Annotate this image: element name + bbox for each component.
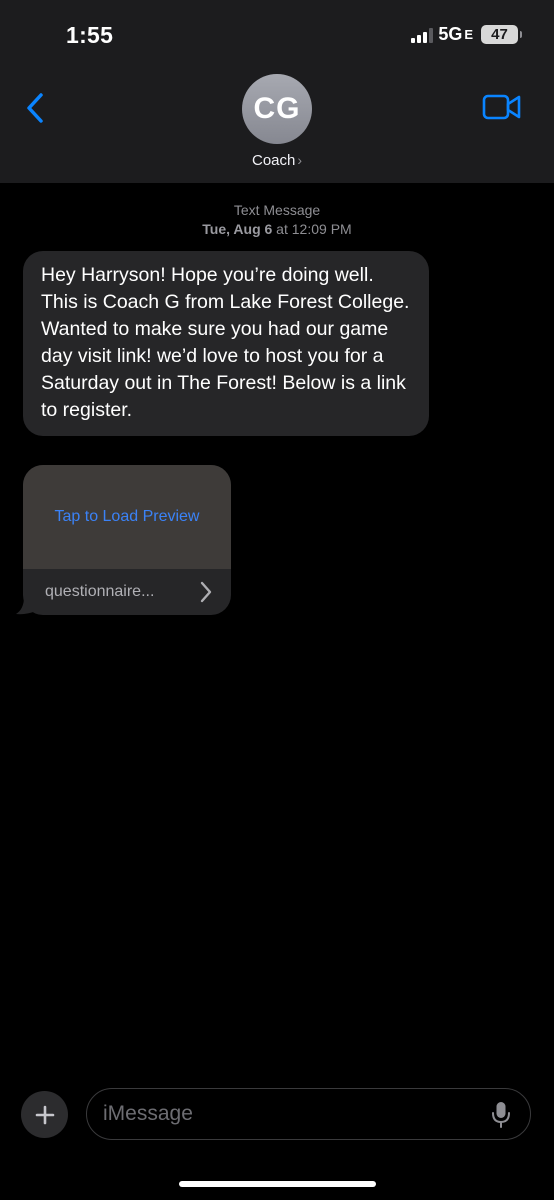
link-url: questionnaire... xyxy=(45,583,155,600)
facetime-video-button[interactable] xyxy=(482,92,522,122)
conversation-header: 1:55 5G E 47 CG Coach › xyxy=(0,0,554,183)
back-button[interactable] xyxy=(20,90,50,126)
timestamp-label: Text Message xyxy=(233,202,321,218)
chevron-right-icon xyxy=(200,581,212,603)
imessage-input[interactable] xyxy=(86,1088,531,1140)
contact-name: Coach xyxy=(251,152,296,169)
network-type: 5G xyxy=(438,24,463,44)
contact-avatar[interactable]: CG xyxy=(242,74,312,144)
timestamp: Tue, Aug 6 at 12:09 PM xyxy=(0,220,554,238)
tap-to-load-preview[interactable]: Tap to Load Preview xyxy=(55,508,200,526)
home-indicator[interactable] xyxy=(179,1181,376,1187)
cellular-signal-icon xyxy=(411,27,434,43)
link-preview-image-area[interactable]: Tap to Load Preview xyxy=(23,465,231,569)
contact-name-button[interactable]: Coach › xyxy=(0,152,554,169)
timestamp-time: 12:09 PM xyxy=(291,221,352,237)
status-bar-right: 5G E 47 xyxy=(411,24,522,45)
incoming-message-bubble[interactable]: Hey Harryson! Hope you’re doing well. Th… xyxy=(23,251,429,436)
link-preview-card[interactable]: Tap to Load Preview questionnaire... xyxy=(23,465,231,615)
network-suffix: E xyxy=(464,27,473,42)
apps-plus-button[interactable] xyxy=(21,1091,68,1138)
timestamp-at: at xyxy=(272,221,292,237)
video-camera-icon xyxy=(482,94,521,120)
plus-icon xyxy=(35,1105,54,1124)
battery-level: 47 xyxy=(491,26,508,43)
link-preview-footer[interactable]: questionnaire... xyxy=(23,569,231,615)
chevron-left-icon xyxy=(27,93,43,123)
bubble-tail xyxy=(16,597,36,615)
battery-icon: 47 xyxy=(481,25,522,44)
avatar-initials: CG xyxy=(253,92,301,125)
timestamp-day: Tue, Aug 6 xyxy=(202,221,273,237)
chevron-right-icon: › xyxy=(297,152,303,168)
microphone-icon[interactable] xyxy=(490,1101,512,1129)
status-time: 1:55 xyxy=(66,22,114,48)
